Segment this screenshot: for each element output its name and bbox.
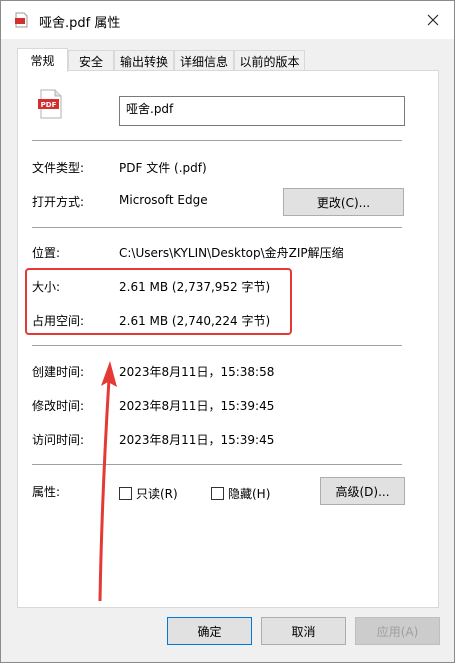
ok-button[interactable]: 确定 [167,617,252,645]
created-label: 创建时间: [32,365,85,379]
red-arrow-annotation [98,361,117,601]
checkbox-box[interactable] [211,487,224,500]
tab-previous-versions[interactable]: 以前的版本 [234,50,305,71]
close-icon [427,14,439,26]
change-button[interactable]: 更改(C)... [283,188,404,216]
apply-button[interactable]: 应用(A) [355,617,440,645]
location-value: C:\Users\KYLIN\Desktop\金舟ZIP解压缩 [119,246,344,260]
file-type-label: 文件类型: [32,161,85,175]
readonly-checkbox-label: 只读(R) [136,487,178,501]
general-panel: PDF 哑舍.pdf 文件类型: PDF 文件 (.pdf) 打开方式: Mic… [17,70,439,608]
tab-security[interactable]: 安全 [68,50,114,71]
divider [32,345,402,346]
file-type-value: PDF 文件 (.pdf) [119,161,207,175]
size-highlight-box [25,268,292,335]
open-with-value: Microsoft Edge [119,193,208,207]
accessed-label: 访问时间: [32,433,85,447]
close-button[interactable] [419,7,447,33]
pdf-file-icon [15,12,28,28]
properties-dialog: 哑舍.pdf 属性 常规 安全 输出转换 详细信息 以前的版本 PDF 哑舍.p… [0,0,455,663]
accessed-value: 2023年8月11日，15:39:45 [119,433,275,447]
created-value: 2023年8月11日，15:38:58 [119,365,275,379]
hidden-checkbox-label: 隐藏(H) [228,487,271,501]
divider [32,227,402,228]
modified-label: 修改时间: [32,399,85,413]
modified-value: 2023年8月11日，15:39:45 [119,399,275,413]
readonly-checkbox[interactable]: 只读(R) [119,485,178,502]
attributes-label: 属性: [32,485,61,499]
tab-details[interactable]: 详细信息 [174,50,234,71]
window-title: 哑舍.pdf 属性 [39,16,121,31]
title-bar: 哑舍.pdf 属性 [1,1,454,39]
pdf-document-icon: PDF [38,89,62,119]
divider [32,464,402,465]
file-name-field[interactable]: 哑舍.pdf [119,96,405,126]
pdf-icon-label: PDF [41,101,57,109]
open-with-label: 打开方式: [32,195,85,209]
advanced-button[interactable]: 高级(D)... [320,477,405,505]
hidden-checkbox[interactable]: 隐藏(H) [211,485,270,502]
tab-general[interactable]: 常规 [17,48,68,72]
divider [32,140,402,141]
cancel-button[interactable]: 取消 [261,617,346,645]
location-label: 位置: [32,246,61,260]
tab-output-convert[interactable]: 输出转换 [114,50,174,71]
